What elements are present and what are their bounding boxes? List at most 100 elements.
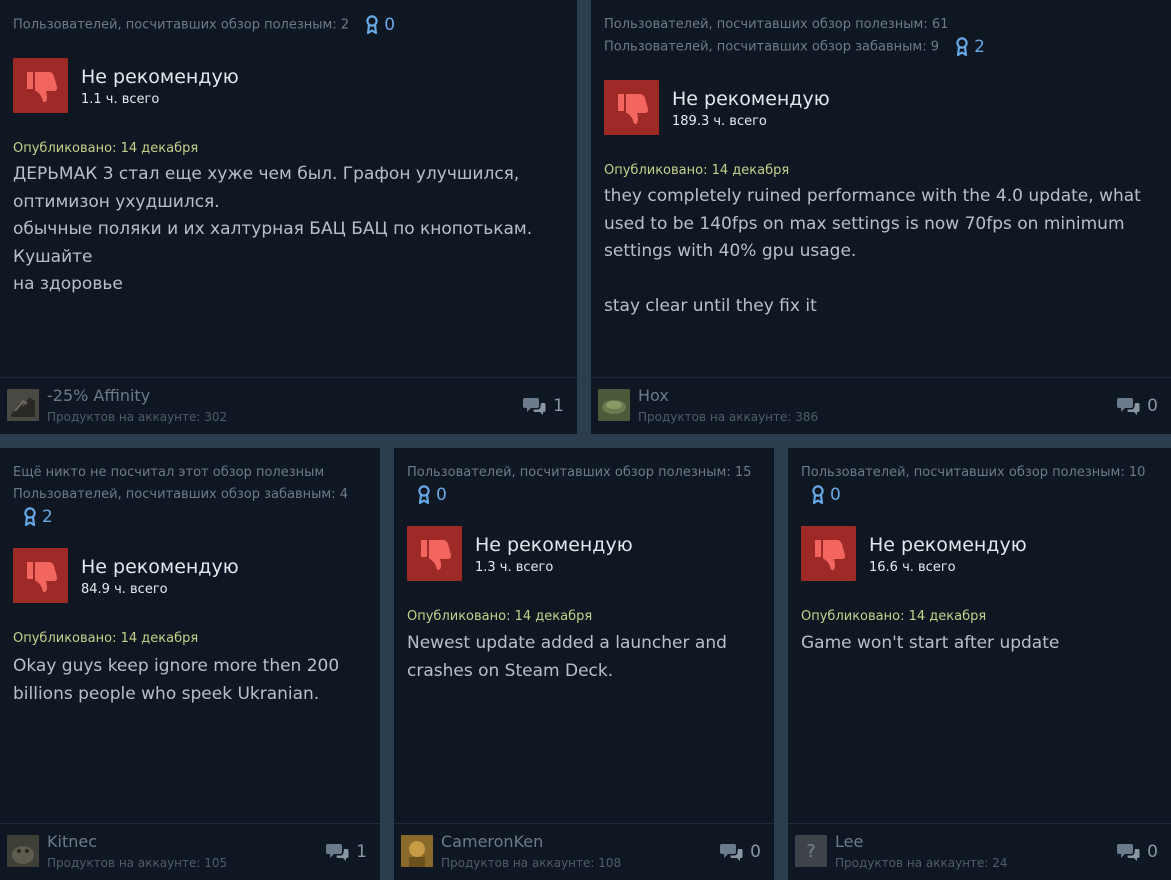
review-stats: Пользователей, посчитавших обзор полезны… <box>13 14 395 37</box>
comment-count: 1 <box>553 396 564 416</box>
review-footer: CameronKen Продуктов на аккаунте: 108 0 <box>394 823 774 880</box>
avatar-placeholder-icon[interactable]: ? <box>795 835 827 867</box>
comments-button[interactable]: 1 <box>326 842 367 862</box>
review-line: they completely ruined performance with … <box>604 186 1141 206</box>
comments-button[interactable]: 1 <box>523 396 564 416</box>
comment-count: 1 <box>356 842 367 862</box>
award-icon <box>23 507 37 527</box>
award-icon <box>365 15 379 35</box>
thumbs-down-icon <box>13 548 68 603</box>
review-stats: Пользователей, посчитавших обзор полезны… <box>801 462 1145 507</box>
review-line: Okay guys keep ignore more then 200 <box>13 656 340 676</box>
author-name[interactable]: CameronKen <box>441 832 543 851</box>
helpful-count: Пользователей, посчитавших обзор полезны… <box>801 465 1146 480</box>
funny-count: Пользователей, посчитавших обзор забавны… <box>604 39 939 55</box>
review-line: Game won't start after update <box>801 633 1060 653</box>
funny-count: Пользователей, посчитавших обзор забавны… <box>13 487 348 502</box>
avatar[interactable] <box>7 389 39 421</box>
products-count: Продуктов на аккаунте: 24 <box>835 856 1008 870</box>
review-stats: Ещё никто не посчитал этот обзор полезны… <box>13 462 348 529</box>
review-footer: -25% Affinity Продуктов на аккаунте: 302… <box>0 377 577 434</box>
author-name[interactable]: Kitnec <box>47 832 97 851</box>
verdict: Не рекомендую <box>81 65 239 88</box>
author-name[interactable]: Hox <box>638 386 669 405</box>
award-count: 0 <box>436 485 447 505</box>
posted-date: Опубликовано: 14 декабря <box>13 631 199 646</box>
thumbs-down-icon <box>801 526 856 581</box>
posted-date: Опубликовано: 14 декабря <box>604 163 790 178</box>
comment-icon <box>1117 396 1141 416</box>
award-count: 0 <box>384 15 396 35</box>
review-stats: Пользователей, посчитавших обзор полезны… <box>604 14 985 59</box>
hours-played: 1.3 ч. всего <box>475 559 554 575</box>
comment-icon <box>523 396 547 416</box>
review-card: Пользователей, посчитавших обзор полезны… <box>0 0 577 434</box>
comments-button[interactable]: 0 <box>720 842 761 862</box>
review-stats: Пользователей, посчитавших обзор полезны… <box>407 462 751 507</box>
hours-played: 16.6 ч. всего <box>869 559 956 575</box>
review-line <box>604 266 1141 294</box>
thumbs-down-icon <box>604 80 659 135</box>
hours-played: 1.1 ч. всего <box>81 91 160 107</box>
review-footer: ? Lee Продуктов на аккаунте: 24 0 <box>788 823 1171 880</box>
award-icon <box>955 37 969 57</box>
award-button[interactable]: 0 <box>365 14 395 36</box>
review-card: Пользователей, посчитавших обзор полезны… <box>394 448 774 880</box>
review-text[interactable]: Okay guys keep ignore more then 200 bill… <box>13 653 339 708</box>
recommendation[interactable]: Не рекомендую 189.3 ч. всего <box>604 80 830 135</box>
review-line: оптимизон ухудшился. <box>13 191 220 212</box>
comments-button[interactable]: 0 <box>1117 842 1158 862</box>
review-footer: Hox Продуктов на аккаунте: 386 0 <box>591 377 1171 434</box>
thumbs-down-icon <box>13 58 68 113</box>
review-line: billions people who speek Ukranian. <box>13 683 320 704</box>
recommendation[interactable]: Не рекомендую 1.3 ч. всего <box>407 526 633 581</box>
products-count: Продуктов на аккаунте: 386 <box>638 410 819 424</box>
award-button[interactable]: 0 <box>417 484 447 506</box>
recommendation[interactable]: Не рекомендую 84.9 ч. всего <box>13 548 239 603</box>
review-text[interactable]: ДЕРЬМАК 3 стал еще хуже чем был. Графон … <box>13 161 577 299</box>
review-line: на здоровье <box>13 274 123 294</box>
recommendation[interactable]: Не рекомендую 1.1 ч. всего <box>13 58 239 113</box>
award-button[interactable]: 0 <box>811 484 841 506</box>
avatar[interactable] <box>598 389 630 421</box>
review-line: stay clear until they fix it <box>604 296 817 316</box>
review-text[interactable]: Game won't start after update <box>801 630 1059 658</box>
hours-played: 189.3 ч. всего <box>672 113 767 129</box>
posted-date: Опубликовано: 14 декабря <box>801 609 987 624</box>
author-name[interactable]: -25% Affinity <box>47 386 150 405</box>
products-count: Продуктов на аккаунте: 105 <box>47 856 228 870</box>
award-count: 2 <box>42 507 53 527</box>
review-card: Пользователей, посчитавших обзор полезны… <box>591 0 1171 434</box>
review-card: Пользователей, посчитавших обзор полезны… <box>788 448 1171 880</box>
comment-count: 0 <box>750 842 761 862</box>
posted-date: Опубликовано: 14 декабря <box>407 609 593 624</box>
award-button[interactable]: 2 <box>23 506 53 528</box>
review-line: Newest update added a launcher and <box>407 633 727 653</box>
review-text[interactable]: Newest update added a launcher and crash… <box>407 630 727 685</box>
helpful-count: Пользователей, посчитавших обзор полезны… <box>13 17 350 33</box>
review-card: Ещё никто не посчитал этот обзор полезны… <box>0 448 380 880</box>
review-line: ДЕРЬМАК 3 стал еще хуже чем был. Графон … <box>13 164 520 184</box>
helpful-count: Пользователей, посчитавших обзор полезны… <box>604 17 949 32</box>
avatar[interactable] <box>401 835 433 867</box>
verdict: Не рекомендую <box>869 533 1027 556</box>
award-button[interactable]: 2 <box>955 36 985 58</box>
helpful-count: Пользователей, посчитавших обзор полезны… <box>407 465 752 480</box>
verdict: Не рекомендую <box>475 533 633 556</box>
avatar[interactable] <box>7 835 39 867</box>
author-name[interactable]: Lee <box>835 832 863 851</box>
review-footer: Kitnec Продуктов на аккаунте: 105 1 <box>0 823 380 880</box>
review-text[interactable]: they completely ruined performance with … <box>604 183 1141 321</box>
hours-played: 84.9 ч. всего <box>81 581 168 597</box>
products-count: Продуктов на аккаунте: 302 <box>47 410 228 424</box>
question-mark-icon: ? <box>806 840 816 862</box>
comments-button[interactable]: 0 <box>1117 396 1158 416</box>
comment-icon <box>326 842 350 862</box>
review-line: обычные поляки и их халтурная БАЦ БАЦ по… <box>13 219 533 267</box>
recommendation[interactable]: Не рекомендую 16.6 ч. всего <box>801 526 1027 581</box>
award-count: 0 <box>830 485 841 505</box>
posted-date: Опубликовано: 14 декабря <box>13 141 199 156</box>
award-icon <box>811 485 825 505</box>
comment-count: 0 <box>1147 842 1158 862</box>
thumbs-down-icon <box>407 526 462 581</box>
